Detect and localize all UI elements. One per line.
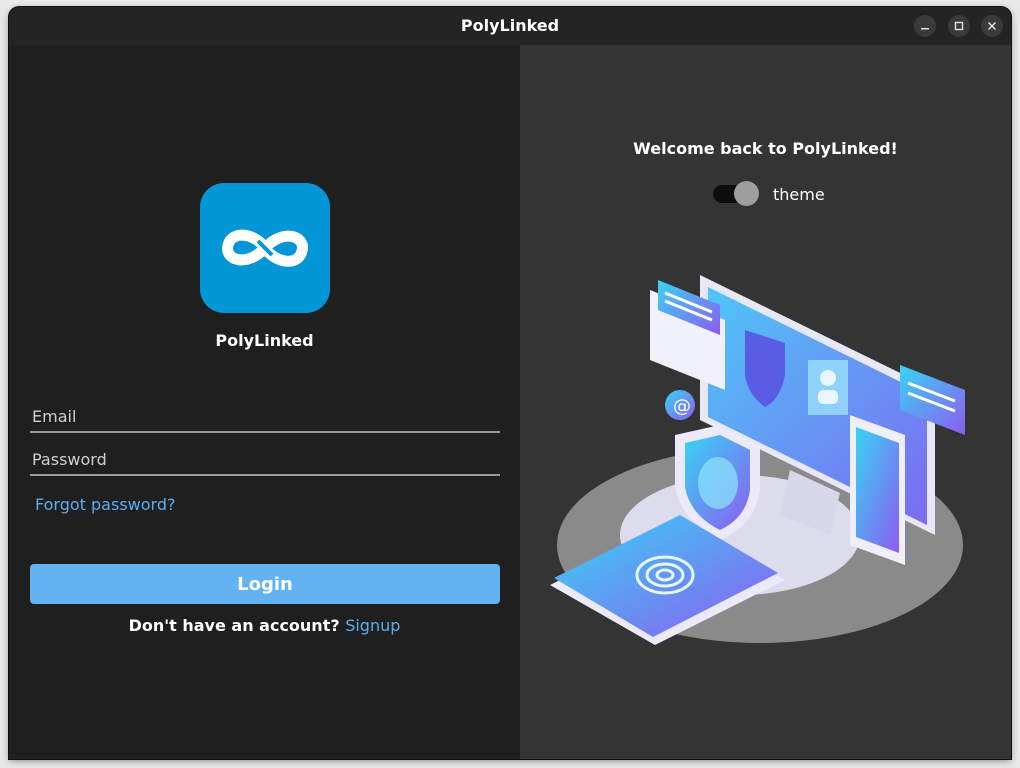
at-sign-icon: @ (673, 396, 691, 417)
infinity-logo-icon (222, 229, 308, 267)
app-name: PolyLinked (215, 331, 314, 350)
window-title: PolyLinked (460, 16, 560, 35)
login-button[interactable]: Login (30, 564, 500, 604)
shield-glow (698, 457, 738, 509)
theme-toggle[interactable] (713, 181, 759, 206)
welcome-panel: Welcome back to PolyLinked! theme @ (520, 45, 1011, 759)
no-account-text: Don't have an account? (128, 616, 340, 635)
login-panel: PolyLinked Forgot password? Login Don't … (9, 45, 520, 759)
signup-link[interactable]: Signup (345, 616, 400, 635)
email-input[interactable] (30, 407, 502, 426)
app-window: PolyLinked PolyLinked Forgot password? L… (9, 7, 1011, 759)
forgot-password-link[interactable]: Forgot password? (35, 495, 175, 514)
screen-user-card (808, 360, 848, 415)
close-button[interactable] (981, 15, 1003, 37)
user-body-shape (818, 390, 838, 404)
app-logo (200, 183, 330, 313)
password-input[interactable] (30, 450, 502, 469)
titlebar[interactable]: PolyLinked (9, 7, 1011, 46)
maximize-button[interactable] (948, 15, 970, 37)
password-field[interactable] (30, 450, 502, 476)
security-illustration: @ (550, 275, 965, 645)
email-field[interactable] (30, 407, 502, 433)
close-icon (987, 21, 997, 31)
maximize-icon (954, 21, 964, 31)
minimize-icon (921, 28, 929, 30)
minimize-button[interactable] (914, 15, 936, 37)
toggle-knob (734, 181, 759, 206)
signup-row: Don't have an account? Signup (9, 616, 520, 635)
phone-screen (856, 427, 899, 553)
user-avatar-icon (820, 370, 836, 386)
welcome-heading: Welcome back to PolyLinked! (633, 139, 898, 158)
theme-label: theme (773, 185, 825, 204)
